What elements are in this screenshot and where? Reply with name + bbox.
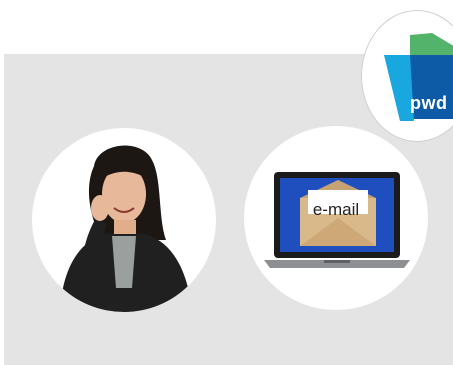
logo-text: pwd: [410, 93, 448, 113]
person-on-phone-icon: [60, 145, 192, 312]
phone-contact-circle: [32, 128, 216, 312]
email-label: e-mail: [312, 200, 360, 219]
pwd-logo: [361, 10, 453, 142]
pwd-logo-icon: [384, 33, 453, 121]
